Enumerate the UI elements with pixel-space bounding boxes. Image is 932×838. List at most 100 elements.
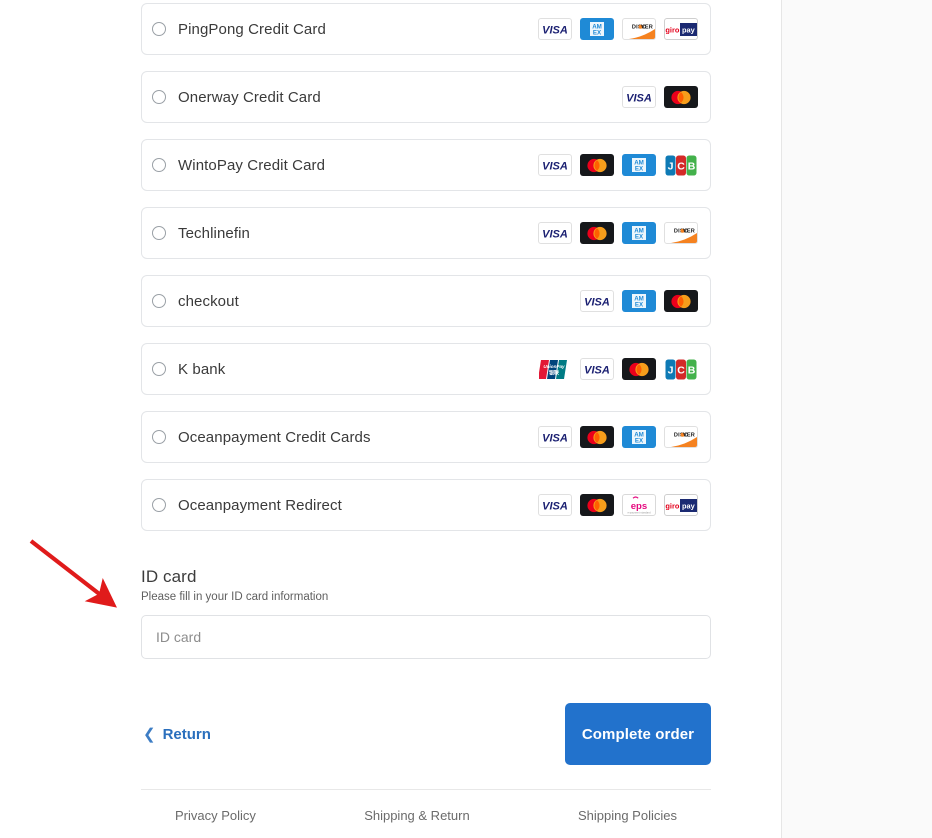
svg-text:pay: pay <box>682 501 696 510</box>
svg-text:VISA: VISA <box>542 500 568 512</box>
payment-method-radio[interactable] <box>152 362 166 376</box>
card-brand-icons: VISA AM EX J C B <box>538 154 698 176</box>
svg-text:giro: giro <box>665 501 679 510</box>
payment-method-radio[interactable] <box>152 158 166 172</box>
amex-card-icon: AM EX <box>622 426 656 448</box>
payment-method-label: PingPong Credit Card <box>178 20 326 38</box>
visa-card-icon: VISA <box>538 426 572 448</box>
payment-method-radio[interactable] <box>152 430 166 444</box>
payment-method-row[interactable]: Onerway Credit Card VISA <box>141 71 711 123</box>
payment-method-radio[interactable] <box>152 226 166 240</box>
footer-link[interactable]: Shipping Policies <box>578 808 677 823</box>
amex-card-icon: AM EX <box>622 154 656 176</box>
footer-links: Privacy Policy Shipping & Return Shipping … <box>141 808 711 823</box>
jcb-card-icon: JCB <box>664 358 698 380</box>
mastercard-card-icon <box>622 358 656 380</box>
visa-card-icon: VISA <box>538 494 572 516</box>
svg-text:J: J <box>668 160 674 172</box>
visa-card-icon: VISA <box>538 222 572 244</box>
giropay-card-icon: giro pay <box>664 494 698 516</box>
card-brand-icons: VISA AM EX <box>580 290 698 312</box>
return-label: Return <box>162 725 211 743</box>
svg-text:VISA: VISA <box>542 432 568 444</box>
unionpay-card-icon: UnionPay 银联 <box>538 358 572 380</box>
payment-method-label: WintoPay Credit Card <box>178 156 326 174</box>
payment-method-label: K bank <box>178 360 226 378</box>
giropay-card-icon: giro pay <box>664 18 698 40</box>
order-summary-panel <box>781 0 932 838</box>
svg-text:C: C <box>677 364 685 376</box>
jcb-card-icon: JCB <box>664 154 698 176</box>
amex-card-icon: AM EX <box>622 222 656 244</box>
mastercard-card-icon <box>580 222 614 244</box>
payment-method-label: Oceanpayment Credit Cards <box>178 428 371 446</box>
visa-card-icon: VISA <box>538 18 572 40</box>
card-brand-icons: UnionPay 银联 VISA J C B <box>538 358 698 380</box>
visa-card-icon: VISA <box>580 358 614 380</box>
payment-method-radio[interactable] <box>152 294 166 308</box>
id-card-input[interactable] <box>141 615 711 659</box>
mastercard-card-icon <box>664 290 698 312</box>
footer-link[interactable]: Shipping & Return <box>364 808 470 823</box>
svg-text:VISA: VISA <box>542 228 568 240</box>
id-card-title: ID card <box>141 567 197 586</box>
svg-text:VISA: VISA <box>542 160 568 172</box>
mastercard-card-icon <box>580 426 614 448</box>
form-actions: ❮ Return Complete order <box>141 703 711 765</box>
payment-method-radio[interactable] <box>152 90 166 104</box>
discover-card-icon: DISCVER <box>664 222 698 244</box>
visa-card-icon: VISA <box>538 154 572 176</box>
amex-card-icon: AM EX <box>580 18 614 40</box>
footer-divider <box>141 789 711 790</box>
svg-text:VISA: VISA <box>584 296 610 308</box>
amex-card-icon: AM EX <box>622 290 656 312</box>
svg-text:VISA: VISA <box>584 364 610 376</box>
payment-method-row[interactable]: Techlinefin VISA AMEX DISCVER <box>141 207 711 259</box>
mastercard-card-icon <box>580 494 614 516</box>
card-brand-icons: VISA <box>622 86 698 108</box>
payment-method-label: Techlinefin <box>178 224 250 242</box>
svg-text:VER: VER <box>641 25 653 31</box>
chevron-left-icon: ❮ <box>143 725 156 743</box>
checkout-main-column: PingPong Credit CardVISAAMEXDISCVERgirop… <box>141 0 711 823</box>
svg-text:giro: giro <box>665 25 679 34</box>
complete-order-button[interactable]: Complete order <box>565 703 711 765</box>
payment-method-row[interactable]: WintoPay Credit Card VISA AM EX J C B <box>141 139 711 191</box>
payment-method-row[interactable]: Oceanpayment Credit Cards VISA AMEX DISCVER <box>141 411 711 463</box>
payment-method-list: PingPong Credit CardVISAAMEXDISCVERgirop… <box>141 0 711 531</box>
visa-card-icon: VISA <box>622 86 656 108</box>
svg-text:C: C <box>677 160 685 172</box>
svg-text:e-payment standard: e-payment standard <box>627 510 651 514</box>
payment-method-row[interactable]: K bank UnionPay 银联 VISA J C B <box>141 343 711 395</box>
payment-method-row[interactable]: Oceanpayment Redirect VISA eps e-payment st… <box>141 479 711 531</box>
payment-method-label: checkout <box>178 292 239 310</box>
svg-text:EX: EX <box>635 302 644 309</box>
svg-text:EX: EX <box>635 438 644 445</box>
mastercard-card-icon <box>664 86 698 108</box>
svg-text:J: J <box>668 364 674 376</box>
payment-method-row[interactable]: checkout VISA AM EX <box>141 275 711 327</box>
return-link[interactable]: ❮ Return <box>141 720 213 749</box>
id-card-section: ID card Please fill in your ID card info… <box>141 567 711 659</box>
visa-card-icon: VISA <box>580 290 614 312</box>
eps-card-icon: eps e-payment standard <box>622 494 656 516</box>
svg-text:EX: EX <box>635 234 644 241</box>
svg-text:B: B <box>688 364 696 376</box>
card-brand-icons: VISA eps e-payment standard giro pay <box>538 494 698 516</box>
card-brand-icons: VISA AMEX DISCVER <box>538 426 698 448</box>
payment-method-radio[interactable] <box>152 22 166 36</box>
svg-text:pay: pay <box>682 25 696 34</box>
footer-link[interactable]: Privacy Policy <box>175 808 256 823</box>
svg-text:VISA: VISA <box>542 24 568 36</box>
payment-method-row[interactable]: PingPong Credit Card VISA AMEX DISCVER girop… <box>141 3 711 55</box>
svg-text:UnionPay: UnionPay <box>543 364 565 369</box>
svg-text:VER: VER <box>683 433 695 439</box>
svg-text:VER: VER <box>683 229 695 235</box>
payment-method-label: Onerway Credit Card <box>178 88 321 106</box>
svg-text:eps: eps <box>631 501 648 512</box>
payment-method-radio[interactable] <box>152 498 166 512</box>
svg-text:EX: EX <box>593 30 602 37</box>
card-brand-icons: VISA AMEX DISCVER <box>538 222 698 244</box>
payment-method-label: Oceanpayment Redirect <box>178 496 342 514</box>
svg-text:VISA: VISA <box>626 92 652 104</box>
